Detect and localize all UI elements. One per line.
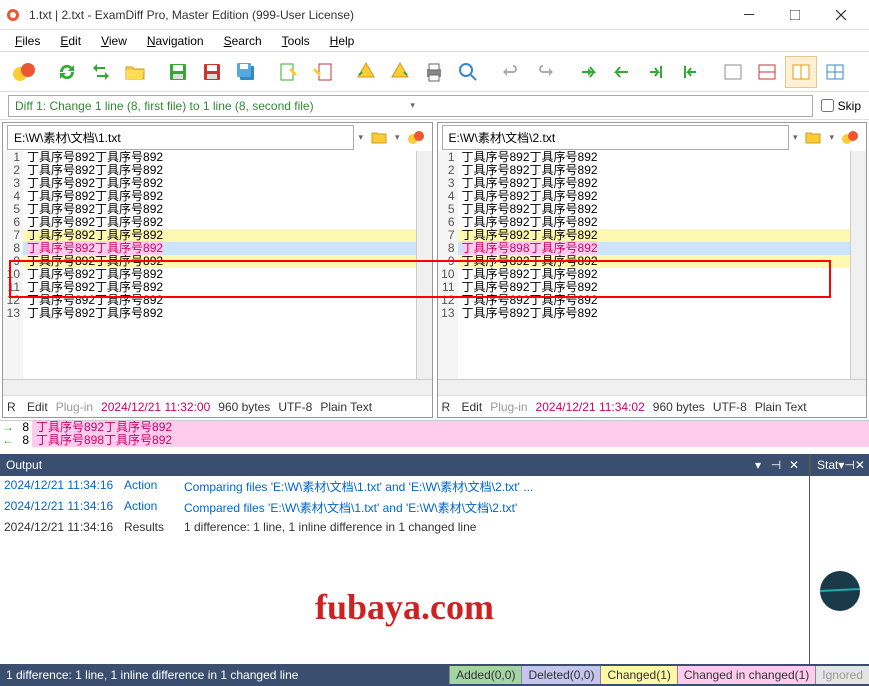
view-grid-icon[interactable] (819, 56, 851, 88)
skip-checkbox[interactable]: Skip (821, 99, 861, 113)
close-icon[interactable]: ✕ (855, 458, 865, 472)
dropdown-icon[interactable]: ▾ (749, 458, 767, 472)
first-diff-icon[interactable] (674, 56, 706, 88)
status-message: 1 difference: 1 line, 1 inline differenc… (0, 668, 449, 682)
merge-left-icon[interactable] (350, 56, 382, 88)
close-button[interactable] (818, 0, 864, 30)
badge-changed: Changed(1) (600, 666, 676, 684)
compare-split: E:\W\素材\文档\1.txt ▾ ▾ 12345678910111213 丁… (0, 120, 869, 420)
scrollbar-h[interactable] (438, 379, 867, 395)
print-icon[interactable] (418, 56, 450, 88)
last-diff-icon[interactable] (640, 56, 672, 88)
output-row: 2024/12/21 11:34:16Results1 difference: … (0, 518, 809, 536)
status-bar: 1 difference: 1 line, 1 inline differenc… (0, 664, 869, 686)
chevron-down-icon[interactable]: ▾ (793, 132, 798, 143)
watermark: fubaya.com (315, 586, 494, 628)
menubar: Files Edit View Navigation Search Tools … (0, 30, 869, 52)
compare-file-icon[interactable] (404, 125, 428, 149)
menu-tools[interactable]: Tools (272, 32, 320, 50)
output-title: Output (6, 458, 749, 472)
badge-deleted: Deleted(0,0) (521, 666, 600, 684)
scrollbar-h[interactable] (3, 379, 432, 395)
scrollbar-v[interactable] (416, 151, 432, 379)
save-red-icon[interactable] (196, 56, 228, 88)
menu-view[interactable]: View (91, 32, 137, 50)
prev-diff-icon[interactable] (606, 56, 638, 88)
stat-title: Stat (817, 458, 838, 472)
save-icon[interactable] (162, 56, 194, 88)
left-content[interactable]: 12345678910111213 丁具序号892丁具序号892丁具序号892丁… (3, 151, 432, 379)
app-icon (5, 7, 21, 23)
undo-icon[interactable] (495, 56, 527, 88)
left-info: R Edit Plug-in 2024/12/21 11:32:00 960 b… (3, 395, 432, 417)
left-pane: E:\W\素材\文档\1.txt ▾ ▾ 12345678910111213 丁… (2, 122, 433, 418)
menu-files[interactable]: Files (5, 32, 50, 50)
menu-navigation[interactable]: Navigation (137, 32, 214, 50)
redo-icon[interactable] (529, 56, 561, 88)
view-single-icon[interactable] (717, 56, 749, 88)
close-icon[interactable]: ✕ (785, 458, 803, 472)
scrollbar-v[interactable] (850, 151, 866, 379)
menu-help[interactable]: Help (320, 32, 365, 50)
chevron-down-icon[interactable]: ▾ (358, 132, 363, 143)
edit-left-icon[interactable] (273, 56, 305, 88)
open-folder-icon[interactable] (119, 56, 151, 88)
refresh-icon[interactable] (51, 56, 83, 88)
view-split-h-icon[interactable] (751, 56, 783, 88)
open-file-icon[interactable] (801, 125, 825, 149)
toolbar (0, 52, 869, 92)
compare-file-icon[interactable] (838, 125, 862, 149)
diff-selector-bar: Diff 1: Change 1 line (8, first file) to… (0, 92, 869, 120)
pin-icon[interactable]: ⊣ (844, 458, 854, 472)
titlebar: 1.txt | 2.txt - ExamDiff Pro, Master Edi… (0, 0, 869, 30)
stat-panel: Stat ▾ ⊣ ✕ (809, 454, 869, 664)
merge-right-icon[interactable] (384, 56, 416, 88)
right-file-path[interactable]: E:\W\素材\文档\2.txt (442, 125, 789, 150)
output-row: 2024/12/21 11:34:16ActionCompared files … (0, 497, 809, 518)
change-row[interactable]: ← 8 丁具序号898丁具序号892 (0, 434, 869, 447)
swap-icon[interactable] (85, 56, 117, 88)
badge-added: Added(0,0) (449, 666, 521, 684)
save-all-icon[interactable] (230, 56, 262, 88)
output-panel: Output ▾ ⊣ ✕ 2024/12/21 11:34:16ActionCo… (0, 454, 809, 664)
minimize-button[interactable] (726, 0, 772, 30)
right-pane: E:\W\素材\文档\2.txt ▾ ▾ 12345678910111213 丁… (437, 122, 868, 418)
pin-icon[interactable]: ⊣ (767, 458, 785, 472)
diff-dropdown[interactable]: Diff 1: Change 1 line (8, first file) to… (8, 95, 813, 117)
next-diff-icon[interactable] (572, 56, 604, 88)
menu-search[interactable]: Search (214, 32, 272, 50)
open-file-icon[interactable] (367, 125, 391, 149)
output-row: 2024/12/21 11:34:16ActionComparing files… (0, 476, 809, 497)
right-info: R Edit Plug-in 2024/12/21 11:34:02 960 b… (438, 395, 867, 417)
right-content[interactable]: 12345678910111213 丁具序号892丁具序号892丁具序号892丁… (438, 151, 867, 379)
bottom-panels: Output ▾ ⊣ ✕ 2024/12/21 11:34:16ActionCo… (0, 454, 869, 664)
menu-edit[interactable]: Edit (50, 32, 91, 50)
left-file-path[interactable]: E:\W\素材\文档\1.txt (7, 125, 354, 150)
search-icon[interactable] (452, 56, 484, 88)
window-title: 1.txt | 2.txt - ExamDiff Pro, Master Edi… (29, 8, 726, 22)
badge-changed-in-changed: Changed in changed(1) (677, 666, 815, 684)
pie-chart-icon (820, 571, 860, 611)
edit-right-icon[interactable] (307, 56, 339, 88)
compare-button[interactable] (8, 56, 40, 88)
badge-ignored: Ignored (815, 666, 869, 684)
view-split-v-icon[interactable] (785, 56, 817, 88)
changes-panel: → 8 丁具序号892丁具序号892 ← 8 丁具序号898丁具序号892 (0, 420, 869, 454)
maximize-button[interactable] (772, 0, 818, 30)
